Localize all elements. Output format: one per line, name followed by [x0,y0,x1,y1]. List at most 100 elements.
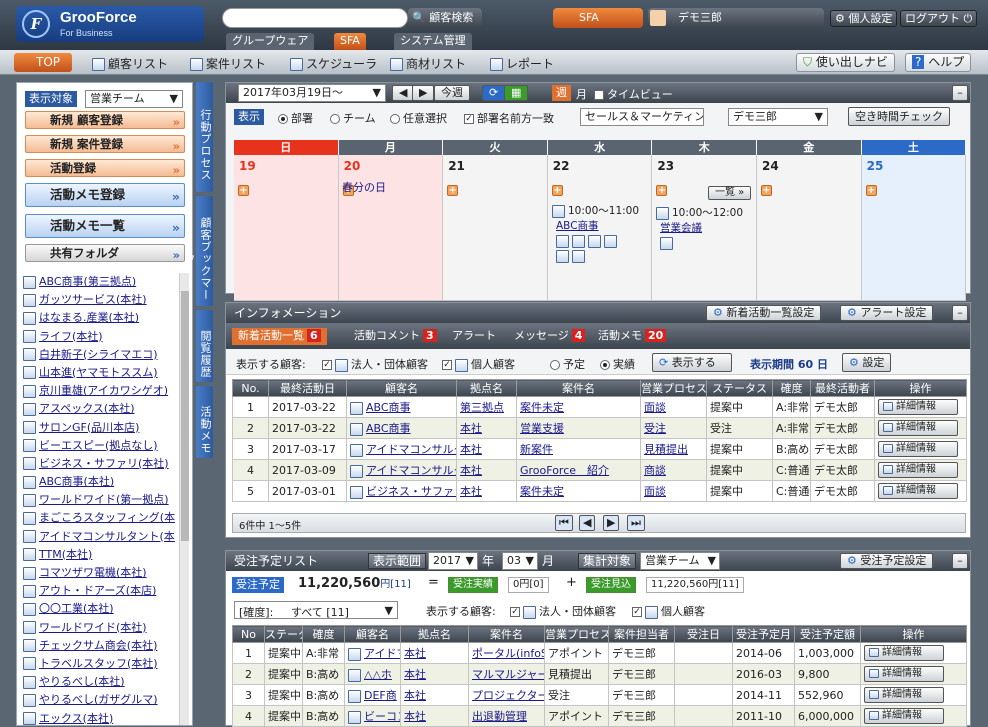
alert-settings-button[interactable]: ⚙ アラート設定 [840,305,934,321]
table-cell[interactable]: 本社 [400,684,469,706]
customer-link[interactable]: エックス(本社) [39,712,113,725]
customer-list-item[interactable]: 〇〇工業(本社) [23,600,175,618]
column-header[interactable]: 拠点名 [400,625,469,643]
shared-folder-button[interactable]: 共有フォルダ » [25,244,185,262]
memo-icon[interactable] [556,235,569,248]
column-header[interactable]: 拠点名 [456,379,517,397]
customer-list-item[interactable]: 白井新子(シライマエコ) [23,346,175,364]
customer-link[interactable]: 山本進(ヤマモトススム) [39,366,158,379]
column-header[interactable]: ステータス [264,625,303,643]
table-cell[interactable]: DEF商 [344,684,401,706]
document-icon[interactable] [572,235,585,248]
customer-link[interactable]: ライフ(本社) [39,330,103,343]
add-event-icon[interactable]: + [761,185,772,196]
detail-button[interactable]: 詳細情報 [878,399,958,415]
list-button[interactable]: 一覧 » [708,186,752,200]
radio-dept[interactable]: 部署 [278,110,313,126]
event-meeting[interactable]: 10:00～12:00 営業会議 [656,205,756,250]
customer-link[interactable]: やりるべし(ガザグルマ) [39,693,158,706]
next-week-button[interactable]: ▶ [412,85,435,101]
department-select[interactable]: セールス＆マーケティング部 [580,108,704,126]
first-page-icon[interactable]: ⏮ [555,515,573,531]
customer-list-item[interactable]: アスペックス(本社) [23,400,175,418]
corp-checkbox[interactable]: ✓ [322,360,332,370]
radio-any-indicator[interactable] [390,114,400,124]
add-event-icon[interactable]: + [238,185,249,196]
table-cell[interactable]: 本社 [400,663,469,685]
table-cell[interactable]: 面談 [640,480,707,502]
column-header[interactable]: 操作 [874,379,967,397]
nav-product-list[interactable]: 商材リスト [390,55,466,72]
customer-list-item[interactable]: チェックサム商会(本社) [23,637,175,655]
table-cell[interactable]: マルマルジャーナル [468,663,545,685]
nav-scheduler[interactable]: スケジューラ [290,55,377,72]
customer-link[interactable]: TTM(本社) [39,548,92,561]
detail-button[interactable]: 詳細情報 [864,666,944,682]
table-cell[interactable]: プロジェクター導入 [468,684,545,706]
table-cell[interactable]: 新案件 [516,438,641,460]
customer-link[interactable]: ビジネス・サファリ(本社) [39,457,169,470]
activity-memo-register-button[interactable]: 活動メモ登録 » [25,183,185,207]
column-header[interactable]: 最終活動者 [810,379,875,397]
nav-deal-list[interactable]: 案件リスト [190,55,266,72]
table-cell[interactable]: 案件未定 [516,480,641,502]
column-header[interactable]: 受注予定額 [794,625,861,643]
detail-button[interactable]: 詳細情報 [878,441,958,457]
customer-list-item[interactable]: トラベルスタッフ(本社) [23,655,175,673]
timeview-toggle[interactable]: タイムビュー [594,86,673,102]
customer-link[interactable]: アイドマコンサルタント(本社) [39,530,175,543]
column-header[interactable]: 営業プロセス [544,625,609,643]
customer-list-item[interactable]: ABC商事(本社) [23,473,175,491]
customer-link[interactable]: 〇〇工業(本社) [39,602,114,615]
grid-icon[interactable] [572,250,585,263]
customer-list-item[interactable]: ABC商事(第三拠点) [23,273,175,291]
activity-register-button[interactable]: 活動登録 » [25,159,185,177]
nav-report[interactable]: レポート [490,55,554,72]
table-cell[interactable]: 出退勤管理 [468,705,545,727]
table-cell[interactable]: アイドマコンサルタント [346,438,457,460]
customer-link[interactable]: チェックサム商会(本社) [39,639,157,652]
tab-activity-comments[interactable]: 活動コメント 3 [348,328,443,345]
table-cell[interactable]: 本社 [400,705,469,727]
planned-radio[interactable]: 予定 [550,356,585,372]
table-cell[interactable]: ビジネス・サファリ [346,480,457,502]
minimize-button[interactable]: – [952,305,968,321]
event-meeting-name[interactable]: 営業会議 [656,220,756,235]
column-header[interactable]: 受注予定月 [732,625,795,643]
sfa-app-button[interactable]: SFA [553,8,643,28]
indiv-customer-filter[interactable]: ✓ 個人顧客 [442,356,515,372]
day-cell[interactable]: 21 + [443,155,548,301]
vtab-browse-history[interactable]: 閲覧履歴 [196,310,213,382]
map-icon[interactable]: ▦ [504,85,529,101]
actual-radio-indicator[interactable] [600,360,610,370]
table-cell[interactable]: 本社 [400,642,469,664]
column-header[interactable]: 営業プロセス [640,379,707,397]
tab-groupware[interactable]: グループウェア [226,33,315,50]
this-week-button[interactable]: 今週 [434,85,470,101]
add-event-icon[interactable]: + [865,185,877,196]
table-cell[interactable]: アイドマ [344,642,401,664]
customer-link[interactable]: ワールドワイド(第一拠点) [39,493,169,506]
table-cell[interactable]: ビーコン [344,705,401,727]
actual-radio[interactable]: 実績 [600,356,635,372]
customer-list-item[interactable]: サロンGF(品川本店) [23,419,175,437]
timeview-checkbox[interactable] [594,90,604,100]
column-header[interactable]: 顧客名 [346,379,457,397]
column-header[interactable]: 操作 [860,625,967,643]
customer-list-item[interactable]: エックス(本社) [23,710,175,725]
indiv-checkbox[interactable]: ✓ [442,360,452,370]
minimize-button[interactable]: – [952,553,968,569]
year-select[interactable]: 2017 ▼ [428,552,478,570]
customer-list-item[interactable]: やりるべし(ガザグルマ) [23,691,175,709]
order-indiv-filter[interactable]: ✓ 個人顧客 [632,603,705,619]
activity-memo-list-button[interactable]: 活動メモ一覧 » [25,214,185,238]
customer-list-item[interactable]: ワールドワイド(第一拠点) [23,491,175,509]
show-button[interactable]: ⟳ 表示する [652,353,732,372]
customer-search-input[interactable] [222,8,408,28]
week-view-tab[interactable]: 週 [552,85,571,101]
target-select[interactable]: 営業チーム ▼ [640,552,720,570]
handshake-icon[interactable] [588,235,601,248]
add-event-icon[interactable]: + [656,185,668,196]
customer-link[interactable]: コマツザワ電機(本社) [39,566,147,579]
customer-list-item[interactable]: まごころスタッフィング(本社) [23,509,175,527]
